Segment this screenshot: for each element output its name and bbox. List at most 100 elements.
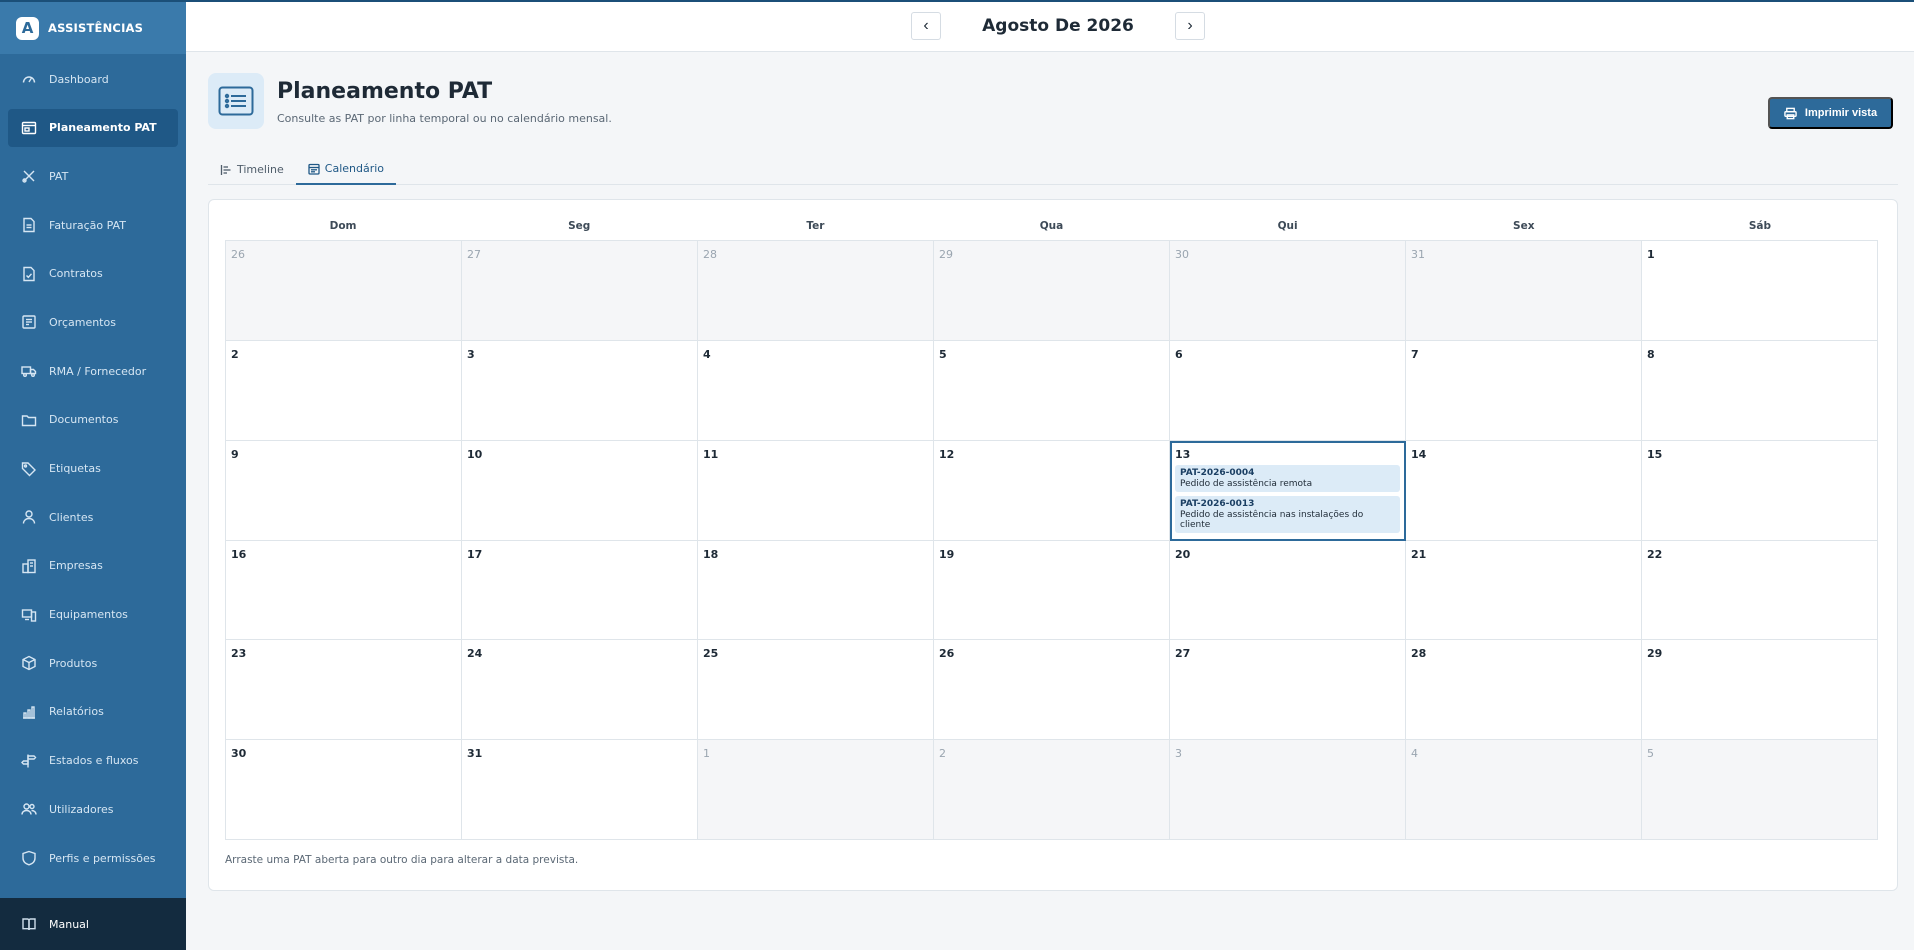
sidebar-item-equipamentos[interactable]: Equipamentos <box>8 596 178 634</box>
day-cell[interactable]: 9 <box>226 440 462 541</box>
pat-event[interactable]: PAT-2026-0013 Pedido de assistência nas i… <box>1175 495 1400 533</box>
truck-icon <box>21 363 37 379</box>
sidebar-item-empresas[interactable]: Empresas <box>8 547 178 585</box>
sidebar-item-produtos[interactable]: Produtos <box>8 644 178 682</box>
day-cell[interactable]: 25 <box>698 640 934 741</box>
day-cell[interactable]: 18 <box>698 540 934 641</box>
day-number: 29 <box>1647 647 1663 661</box>
day-cell[interactable]: 26 <box>226 241 462 341</box>
day-cell[interactable]: 27 <box>462 241 698 341</box>
sidebar-item-label: Perfis e permissões <box>49 851 156 865</box>
day-cell[interactable]: 30 <box>226 740 462 840</box>
invoice-icon <box>21 217 37 233</box>
day-cell[interactable]: 13 PAT-2026-0004 Pedido de assistência rem… <box>1170 440 1406 541</box>
day-number: 11 <box>703 447 719 461</box>
day-cell[interactable]: 12 <box>934 440 1170 541</box>
day-cell[interactable]: 8 <box>1642 340 1878 441</box>
day-number: 8 <box>1647 347 1655 361</box>
day-cell[interactable]: 28 <box>698 241 934 341</box>
sidebar-item-label: Empresas <box>49 559 103 573</box>
brand-logo: A <box>16 16 39 40</box>
sidebar-item-orcamentos[interactable]: Orçamentos <box>8 303 178 341</box>
sidebar-item-label: Utilizadores <box>49 802 114 816</box>
day-number: 20 <box>1175 547 1191 561</box>
day-cell[interactable]: 5 <box>1642 740 1878 840</box>
day-cell[interactable]: 7 <box>1406 340 1642 441</box>
day-number: 29 <box>939 248 953 261</box>
month-navigator: ‹ Agosto De 2026 › <box>911 12 1205 40</box>
sidebar-item-documentos[interactable]: Documentos <box>8 401 178 439</box>
day-number: 2 <box>231 347 239 361</box>
month-grid: 26 27 28 29 30 31 1 2 3 4 5 6 7 8 9 10 11 12 13 PAT-2026-00… <box>225 240 1878 840</box>
tab-timeline-label: Timeline <box>237 163 284 176</box>
day-number: 22 <box>1647 547 1663 561</box>
sidebar-item-label: Dashboard <box>49 72 109 86</box>
sidebar-item-etiquetas[interactable]: Etiquetas <box>8 450 178 488</box>
day-cell[interactable]: 1 <box>1642 241 1878 341</box>
weekday-label: Sáb <box>1748 220 1771 232</box>
day-cell[interactable]: 2 <box>226 340 462 441</box>
day-cell[interactable]: 21 <box>1406 540 1642 641</box>
weekday-label: Ter <box>806 220 825 232</box>
day-cell[interactable]: 19 <box>934 540 1170 641</box>
day-cell[interactable]: 22 <box>1642 540 1878 641</box>
sidebar-item-dashboard[interactable]: Dashboard <box>8 60 178 98</box>
brand[interactable]: A ASSISTÊNCIAS <box>0 2 186 54</box>
day-cell[interactable]: 4 <box>1406 740 1642 840</box>
next-month-button[interactable]: › <box>1175 12 1205 40</box>
day-cell[interactable]: 24 <box>462 640 698 741</box>
sidebar-item-utilizadores[interactable]: Utilizadores <box>8 790 178 828</box>
day-cell[interactable]: 14 <box>1406 440 1642 541</box>
day-number: 4 <box>703 347 711 361</box>
day-cell[interactable]: 3 <box>462 340 698 441</box>
brand-name: ASSISTÊNCIAS <box>48 21 144 35</box>
tab-calendar[interactable]: Calendário <box>295 154 397 185</box>
day-cell[interactable]: 5 <box>934 340 1170 441</box>
day-cell[interactable]: 11 <box>698 440 934 541</box>
day-cell[interactable]: 31 <box>462 740 698 840</box>
sidebar-item-label: RMA / Fornecedor <box>49 364 147 378</box>
day-cell[interactable]: 20 <box>1170 540 1406 641</box>
day-cell[interactable]: 26 <box>934 640 1170 741</box>
day-cell[interactable]: 3 <box>1170 740 1406 840</box>
event-id: PAT-2026-0004 <box>1180 467 1255 478</box>
day-cell[interactable]: 29 <box>934 241 1170 341</box>
manual-link[interactable]: Manual <box>0 898 186 950</box>
print-view-button[interactable]: Imprimir vista <box>1768 97 1893 129</box>
sidebar-item-label: Planeamento PAT <box>49 121 157 135</box>
day-cell[interactable]: 29 <box>1642 640 1878 741</box>
day-number: 27 <box>1175 647 1191 661</box>
sidebar-item-clientes[interactable]: Clientes <box>8 498 178 536</box>
pat-event[interactable]: PAT-2026-0004 Pedido de assistência remot… <box>1175 464 1400 492</box>
sidebar-item-planeamento-pat[interactable]: Planeamento PAT <box>8 108 178 147</box>
day-cell[interactable]: 10 <box>462 440 698 541</box>
sidebar-item-estados-e-fluxos[interactable]: Estados e fluxos <box>8 742 178 780</box>
day-cell[interactable]: 23 <box>226 640 462 741</box>
sidebar-item-pat[interactable]: PAT <box>8 157 178 195</box>
day-cell[interactable]: 16 <box>226 540 462 641</box>
sidebar-item-relatorios[interactable]: Relatórios <box>8 693 178 731</box>
day-cell[interactable]: 2 <box>934 740 1170 840</box>
sidebar-item-faturacao-pat[interactable]: Faturação PAT <box>8 206 178 244</box>
sidebar-item-label: Contratos <box>49 267 103 281</box>
day-cell[interactable]: 28 <box>1406 640 1642 741</box>
prev-month-button[interactable]: ‹ <box>911 12 941 40</box>
day-cell[interactable]: 6 <box>1170 340 1406 441</box>
sidebar-item-perfis-e-permissoes[interactable]: Perfis e permissões <box>8 839 178 877</box>
day-cell[interactable]: 17 <box>462 540 698 641</box>
day-number: 3 <box>467 347 475 361</box>
sidebar-item-contratos[interactable]: Contratos <box>8 255 178 293</box>
sidebar-item-rma-fornecedor[interactable]: RMA / Fornecedor <box>8 352 178 390</box>
day-cell[interactable]: 27 <box>1170 640 1406 741</box>
tab-timeline[interactable]: Timeline <box>208 154 296 185</box>
day-number: 28 <box>1411 647 1427 661</box>
day-number: 31 <box>467 747 483 761</box>
day-cell[interactable]: 15 <box>1642 440 1878 541</box>
tab-calendar-label: Calendário <box>324 162 385 175</box>
day-cell[interactable]: 1 <box>698 740 934 840</box>
calendar-icon <box>308 163 320 175</box>
day-cell[interactable]: 31 <box>1406 241 1642 341</box>
day-cell[interactable]: 30 <box>1170 241 1406 341</box>
sidebar-item-label: Etiquetas <box>49 462 101 475</box>
day-cell[interactable]: 4 <box>698 340 934 441</box>
